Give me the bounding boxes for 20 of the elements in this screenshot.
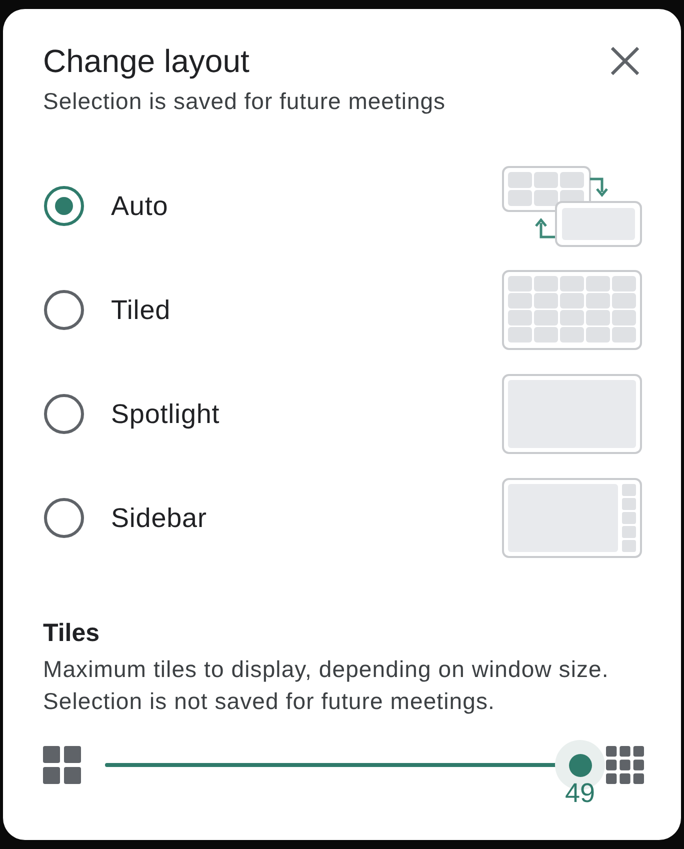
slider-value: 49: [564, 781, 596, 805]
option-label: Tiled: [111, 294, 171, 327]
tile-grid-icon: [502, 270, 642, 350]
swap-layout-icon: [502, 165, 642, 247]
radio-button[interactable]: [44, 498, 84, 538]
option-label: Auto: [111, 190, 168, 223]
option-label: Spotlight: [111, 398, 220, 431]
small-grid-icon: [43, 746, 81, 784]
section-heading: Tiles: [43, 618, 101, 649]
dialog-title: Change layout: [43, 42, 250, 81]
option-label: Sidebar: [111, 502, 207, 535]
large-grid-icon: [606, 746, 644, 784]
close-icon: [611, 47, 639, 75]
dialog-subtitle: Selection is saved for future meetings: [43, 87, 446, 116]
sidebar-layout-icon: [502, 478, 642, 558]
radio-button[interactable]: [44, 186, 84, 226]
radio-button[interactable]: [44, 394, 84, 434]
section-description: Maximum tiles to display, depending on window size. Selection is not saved for future meetings.: [43, 655, 610, 716]
radio-button[interactable]: [44, 290, 84, 330]
single-tile-icon: [502, 374, 642, 454]
